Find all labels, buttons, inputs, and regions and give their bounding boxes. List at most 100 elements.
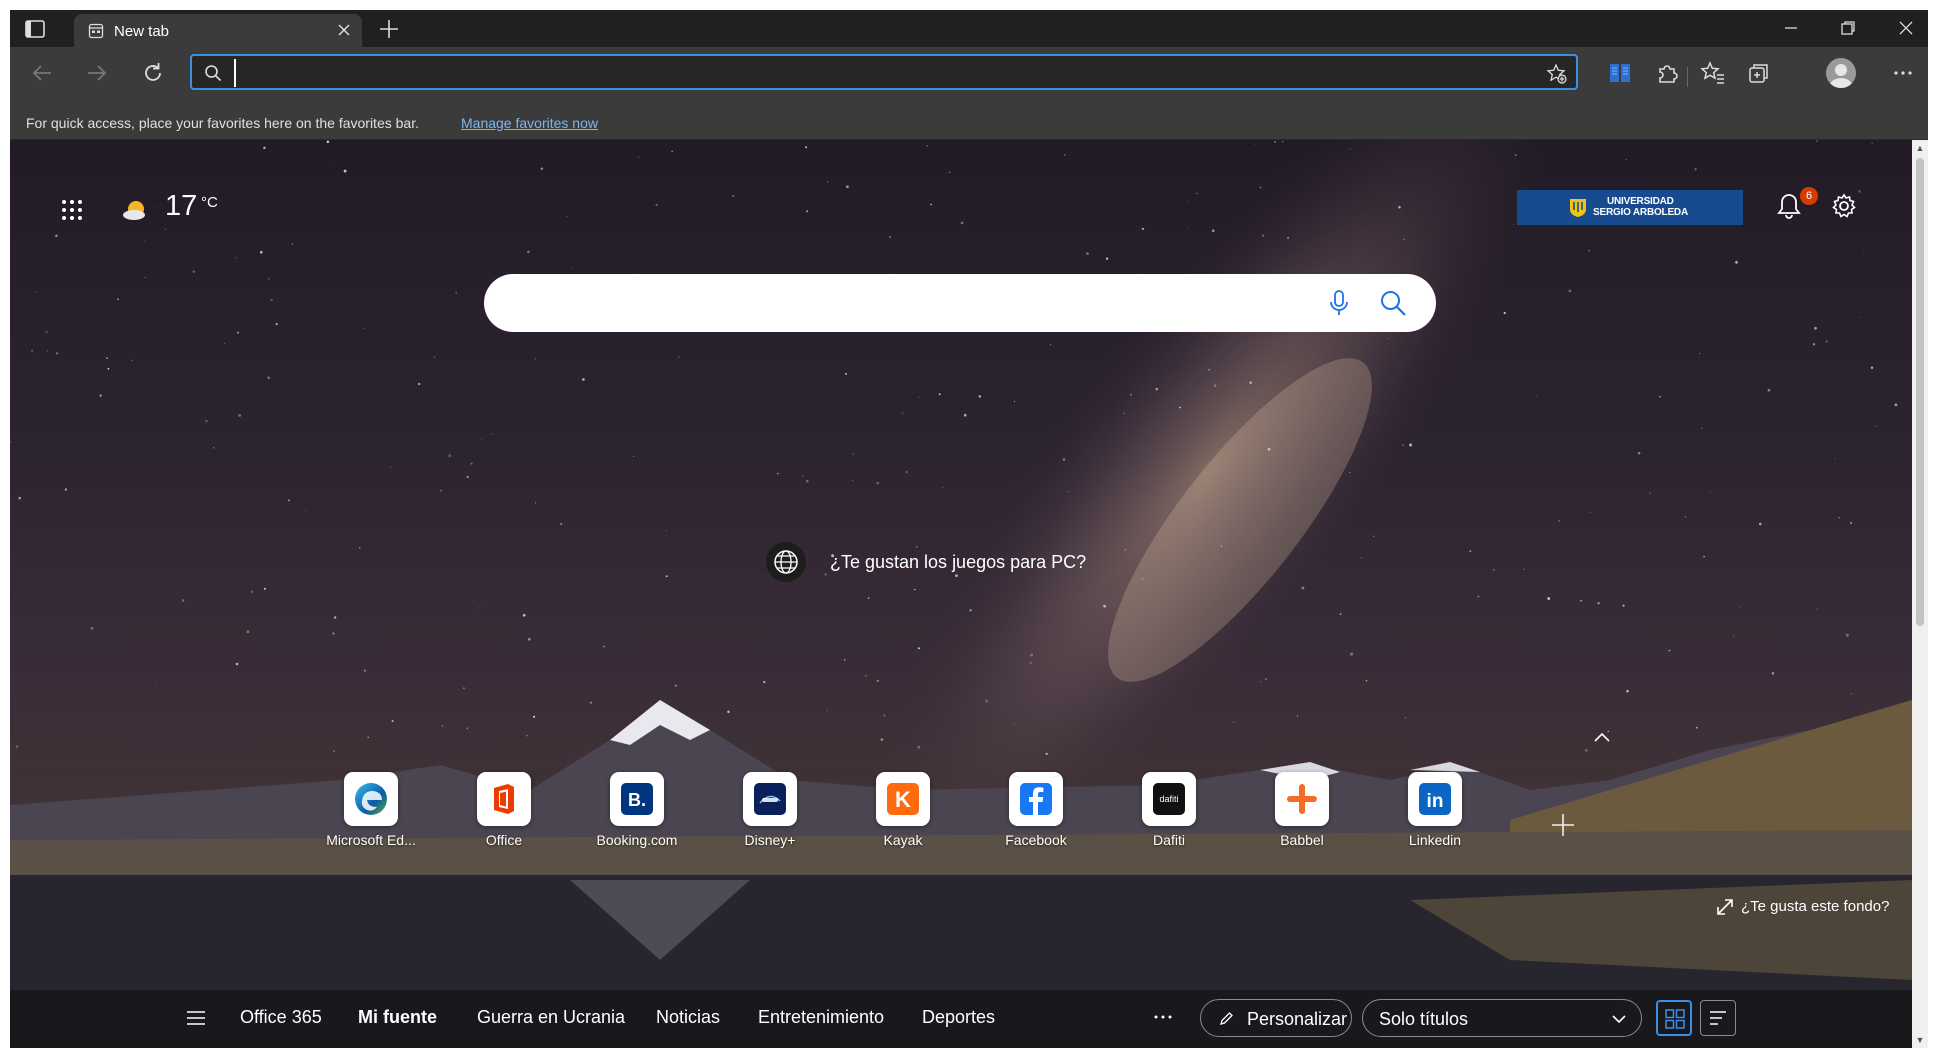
browser-window: New tab For quick access, place your fav… — [10, 10, 1928, 1048]
new-tab-plus-icon[interactable] — [378, 18, 400, 40]
svg-text:B.: B. — [628, 790, 646, 810]
background-feedback[interactable]: ¿Te gusta este fondo? — [1716, 896, 1896, 920]
kayak-icon: K — [876, 772, 930, 826]
quick-link-microsoft-edge[interactable]: Microsoft Ed... — [313, 772, 429, 858]
feed-tab-office-365[interactable]: Office 365 — [240, 1007, 322, 1028]
refresh-icon[interactable] — [140, 60, 166, 86]
collections-icon[interactable] — [1746, 60, 1772, 86]
chevron-up-icon[interactable] — [1592, 730, 1612, 744]
organization-logo[interactable]: UNIVERSIDAD SERGIO ARBOLEDA — [1517, 190, 1743, 225]
quick-link-linkedin[interactable]: in Linkedin — [1377, 772, 1493, 858]
add-quick-link-plus-icon[interactable] — [1550, 812, 1576, 838]
weather-unit: °C — [201, 194, 218, 211]
background-feedback-label: ¿Te gusta este fondo? — [1741, 898, 1890, 915]
university-shield-icon — [1569, 198, 1587, 218]
favorites-bar: For quick access, place your favorites h… — [10, 99, 1928, 140]
new-tab-page-icon — [88, 23, 104, 39]
quick-link-label: Dafiti — [1153, 832, 1185, 848]
feed-tab-guerra-en-ucrania[interactable]: Guerra en Ucrania — [477, 1007, 625, 1028]
forward-arrow-icon[interactable] — [84, 60, 110, 86]
search-icon — [204, 64, 222, 82]
news-feed-navigation: Office 365 Mi fuente Guerra en Ucrania N… — [10, 990, 1912, 1048]
manage-favorites-link[interactable]: Manage favorites now — [461, 115, 598, 131]
list-layout-icon — [1710, 1011, 1726, 1025]
quick-link-dafiti[interactable]: dafiti Dafiti — [1111, 772, 1227, 858]
content-view-selected: Solo títulos — [1379, 1009, 1469, 1029]
address-input[interactable] — [234, 59, 1502, 87]
tab-new-tab[interactable]: New tab — [74, 14, 362, 47]
scroll-up-arrow-icon[interactable]: ▲ — [1915, 143, 1925, 153]
quick-link-label: Disney+ — [744, 832, 796, 848]
browser-toolbar — [10, 47, 1928, 99]
quick-link-kayak[interactable]: K Kayak — [845, 772, 961, 858]
settings-more-icon[interactable] — [1890, 60, 1916, 86]
linkedin-icon: in — [1408, 772, 1462, 826]
quick-link-facebook[interactable]: Facebook — [978, 772, 1094, 858]
quick-link-disney-plus[interactable]: Disney+ — [712, 772, 828, 858]
immersive-reader-icon[interactable] — [1607, 60, 1633, 86]
promo-headline[interactable]: ¿Te gustan los juegos para PC? — [830, 552, 1086, 573]
feed-tab-deportes[interactable]: Deportes — [922, 1007, 995, 1028]
close-window-icon[interactable] — [1896, 18, 1916, 38]
booking-icon: B. — [610, 772, 664, 826]
expand-arrow-icon — [1717, 899, 1733, 915]
quick-link-booking[interactable]: B. Booking.com — [579, 772, 695, 858]
facebook-icon — [1009, 772, 1063, 826]
globe-icon[interactable] — [766, 542, 806, 582]
list-layout-button[interactable] — [1700, 1000, 1736, 1036]
feed-tab-entretenimiento[interactable]: Entretenimiento — [758, 1007, 884, 1028]
scrollbar-thumb[interactable] — [1916, 158, 1924, 626]
restore-icon[interactable] — [1838, 18, 1858, 38]
address-bar[interactable] — [190, 54, 1578, 90]
more-ellipsis-icon[interactable] — [1150, 1004, 1176, 1030]
web-search-box[interactable] — [484, 274, 1436, 332]
close-tab-icon[interactable] — [336, 22, 352, 38]
personalize-label: Personalizar — [1247, 1009, 1348, 1029]
notifications-bell-icon[interactable] — [1776, 192, 1802, 220]
quick-link-label: Microsoft Ed... — [326, 832, 416, 848]
quick-link-label: Facebook — [1005, 832, 1067, 848]
web-search-input[interactable] — [508, 288, 1312, 320]
tab-strip: New tab — [10, 10, 1928, 47]
partly-sunny-icon[interactable] — [122, 198, 150, 222]
quick-link-babbel[interactable]: Babbel — [1244, 772, 1360, 858]
weather-temperature[interactable]: 17 — [165, 190, 197, 223]
grid-layout-button[interactable] — [1656, 1000, 1692, 1036]
svg-text:K: K — [895, 787, 911, 812]
toolbar-divider — [1687, 67, 1688, 87]
tab-title: New tab — [114, 23, 170, 40]
favorites-bar-message: For quick access, place your favorites h… — [26, 115, 419, 131]
quick-link-office[interactable]: Office — [446, 772, 562, 858]
linkedin-icon-text: in — [1427, 791, 1444, 812]
organization-logo-line-2: SERGIO ARBOLEDA — [1593, 207, 1688, 218]
extensions-puzzle-icon[interactable] — [1654, 60, 1680, 86]
dafiti-icon: dafiti — [1142, 772, 1196, 826]
minimize-icon[interactable] — [1781, 18, 1801, 38]
organization-logo-line-1: UNIVERSIDAD — [1607, 196, 1674, 207]
feed-tab-mi-fuente[interactable]: Mi fuente — [358, 1007, 437, 1028]
quick-link-label: Kayak — [883, 832, 923, 848]
scroll-down-arrow-icon[interactable]: ▼ — [1915, 1035, 1925, 1045]
back-arrow-icon[interactable] — [29, 60, 55, 86]
add-favorite-star-icon[interactable] — [1546, 63, 1568, 85]
babbel-icon — [1275, 772, 1329, 826]
feed-tab-noticias[interactable]: Noticias — [656, 1007, 720, 1028]
page-scrollbar[interactable]: ▲ ▼ — [1912, 140, 1928, 1048]
chevron-down-icon — [1612, 1015, 1626, 1024]
new-tab-page: 17 °C UNIVERSIDAD SERGIO ARBOLEDA 6 ¿Te … — [10, 140, 1912, 1048]
app-launcher-grid-icon[interactable] — [60, 198, 84, 222]
hamburger-menu-icon[interactable] — [185, 1008, 207, 1028]
dafiti-icon-text: dafiti — [1159, 794, 1178, 804]
content-view-dropdown[interactable]: Solo títulos — [1362, 999, 1642, 1037]
edge-icon — [344, 772, 398, 826]
grid-layout-icon — [1665, 1009, 1685, 1029]
tab-actions-icon[interactable] — [24, 19, 46, 39]
profile-avatar-icon[interactable] — [1826, 58, 1856, 88]
search-submit-icon[interactable] — [1378, 288, 1408, 318]
page-settings-gear-icon[interactable] — [1830, 192, 1858, 220]
personalize-button[interactable]: Personalizar — [1200, 999, 1352, 1037]
notification-count-badge: 6 — [1800, 187, 1818, 205]
microphone-icon[interactable] — [1324, 288, 1354, 318]
quick-link-label: Babbel — [1280, 832, 1324, 848]
favorites-icon[interactable] — [1700, 60, 1726, 86]
